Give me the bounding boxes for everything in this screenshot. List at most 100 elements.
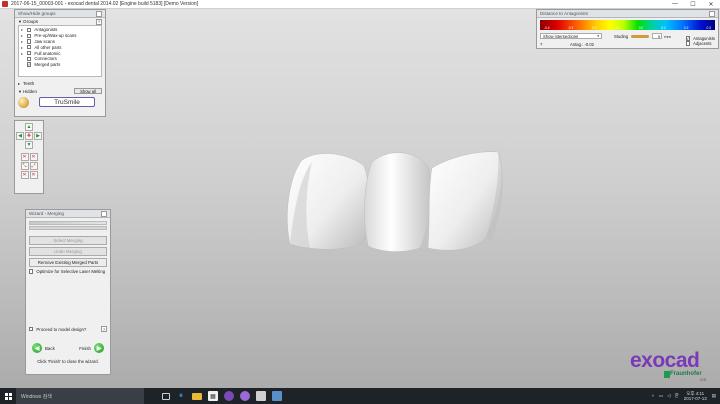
groups-tree: ▸ Antagonists ▸ Pre-op/Wax-up scans ▸ Ja… [18,25,102,77]
tooth-middle[interactable] [364,152,432,252]
teeth-section-header[interactable]: ▸ Teeth [15,80,105,87]
start-button[interactable] [0,388,16,404]
app-taskbar-icon-2[interactable] [272,391,282,401]
view-bottom-icon[interactable]: ✕ [29,171,38,179]
title-bar: 2017-06-15_00003-001 - exocad dental 201… [0,0,720,9]
group-label: Pre-op/Wax-up scans [34,33,77,39]
nav-spacer [16,123,24,131]
finish-arrow-icon: ▶ [94,343,104,353]
studing-slider[interactable] [631,34,650,38]
wizard-progress-bar-secondary [29,226,107,230]
wizard-hint: Click 'Finish' to close the wizard. [37,359,99,364]
taskbar-apps: e ▦ [162,391,282,401]
distance-panel: Distance to Antagonists -0.4 -0.3 -0.2 -… [536,9,719,49]
adjacents-checkbox[interactable] [685,41,691,46]
group-checkbox[interactable] [27,33,32,38]
center-view-icon[interactable]: ✚ [25,132,33,140]
maximize-button[interactable]: ☐ [684,0,702,9]
hidden-row: ▼ Hidden Show all [15,87,105,95]
back-button[interactable]: ◀ Back [32,343,55,353]
panel-close-icon[interactable] [96,10,102,17]
chevron-down-icon: ▾ [597,34,599,38]
taskbar: Windows 검색 e ▦ ^ ▭ ◁ 한 오후 4:11 2017-07-1… [0,388,720,404]
show-hide-header: Show/Hide groups [15,10,105,18]
group-checkbox[interactable] [27,50,32,56]
group-label: All other parts [34,44,62,50]
trusmile-button[interactable]: TruSmile [39,97,95,107]
view-left-icon[interactable]: ⤡ [20,162,29,170]
antagonists-checkbox[interactable] [685,36,691,41]
show-hide-title: Show/Hide groups [18,11,56,16]
show-all-button[interactable]: Show all [74,88,102,94]
view-top-icon[interactable]: ✕ [20,171,29,179]
adjacents-label: Adjacents [693,41,712,46]
help-button[interactable]: ? [101,326,107,332]
scale-label: 0.2 [683,26,689,30]
groups-section-header[interactable]: ▼ Groups ? [15,18,105,25]
group-label: Merged parts [34,62,61,68]
finish-button[interactable]: Finish ▶ [79,343,104,353]
group-checkbox[interactable] [27,62,32,67]
wizard-panel: Wizard - Merging Select Merging Undo Mer… [25,209,111,375]
network-icon[interactable]: ▭ [659,393,663,399]
panel-close-icon[interactable] [101,210,107,217]
nav-spacer [34,141,42,149]
adjacents-option[interactable]: Adjacents [685,41,715,46]
rotate-left-icon[interactable]: ◀ [16,132,24,140]
studing-unit: mm [664,33,671,39]
group-checkbox[interactable] [27,39,32,44]
store-icon[interactable]: ▦ [208,391,218,401]
proceed-option[interactable]: Proceed to model design? ? [26,325,110,333]
partner-sub: IGD [700,378,707,382]
windows-logo-icon [4,392,12,400]
task-view-icon[interactable] [162,392,170,400]
undo-merging-button[interactable]: Undo Merging [29,247,107,256]
close-button[interactable]: ✕ [702,0,720,9]
view-back-icon[interactable]: ✕ [29,153,38,161]
exocad-taskbar-icon[interactable] [224,391,234,401]
taskbar-search[interactable]: Windows 검색 [16,388,144,404]
clock-date: 2017-07-13 [683,396,707,401]
select-value: Show intersections [543,33,579,39]
edge-icon[interactable]: e [176,391,186,401]
wizard-title: Wizard - Merging [29,211,64,216]
group-checkbox[interactable] [27,45,32,50]
panel-close-icon[interactable] [709,10,715,17]
group-checkbox[interactable] [27,27,32,33]
group-checkbox[interactable] [27,56,32,62]
system-tray: ^ ▭ ◁ 한 오후 4:11 2017-07-13 ▤ [652,391,720,402]
proceed-checkbox[interactable] [29,326,34,332]
studing-label: Studing [614,33,629,39]
minimize-button[interactable]: — [666,0,684,9]
notification-icon[interactable]: ▤ [712,393,716,399]
app-taskbar-icon[interactable] [256,391,266,401]
ime-indicator[interactable]: 한 [675,393,679,399]
group-label: Antagonists [34,27,58,33]
rotate-up-icon[interactable]: ▲ [25,123,33,131]
select-merging-button[interactable]: Select Merging [29,236,107,245]
rotate-right-icon[interactable]: ▶ [34,132,42,140]
exocad-taskbar-icon-2[interactable] [240,391,250,401]
teeth-3d-model[interactable] [280,148,520,258]
render-ball-icon[interactable] [18,96,29,108]
studing-value-field[interactable]: 5 [652,33,663,39]
clock[interactable]: 오후 4:11 2017-07-13 [684,391,707,402]
help-button[interactable]: ? [96,18,102,25]
rotate-down-icon[interactable]: ▼ [25,141,33,149]
volume-icon[interactable]: ◁ [667,393,670,399]
remove-merged-parts-button[interactable]: Remove Existing Merged Parts [29,258,107,267]
tray-chevron-icon[interactable]: ^ [652,394,654,399]
file-explorer-icon[interactable] [192,392,202,400]
wizard-header: Wizard - Merging [26,210,110,218]
optimize-slm-option[interactable]: Optimize for Selective Laser Melting [26,268,110,275]
group-item-merged-parts[interactable]: Merged parts [19,62,101,68]
help-button[interactable]: ? [540,42,550,47]
optimize-slm-checkbox[interactable] [29,269,34,274]
distance-checkboxes: Antagonists Adjacents [685,36,715,46]
show-hide-panel: Show/Hide groups ▼ Groups ? ▸ Antagonist… [14,9,106,117]
view-navigation-panel: ▲ ◀ ✚ ▶ ▼ ✕ ✕ ⤡ ⤢ ✕ ✕ [14,120,44,194]
show-intersections-select[interactable]: Show intersections ▾ [540,33,602,39]
view-front-icon[interactable]: ✕ [20,153,29,161]
scale-label: -0.3 [567,26,574,30]
view-right-icon[interactable]: ⤢ [29,162,38,170]
